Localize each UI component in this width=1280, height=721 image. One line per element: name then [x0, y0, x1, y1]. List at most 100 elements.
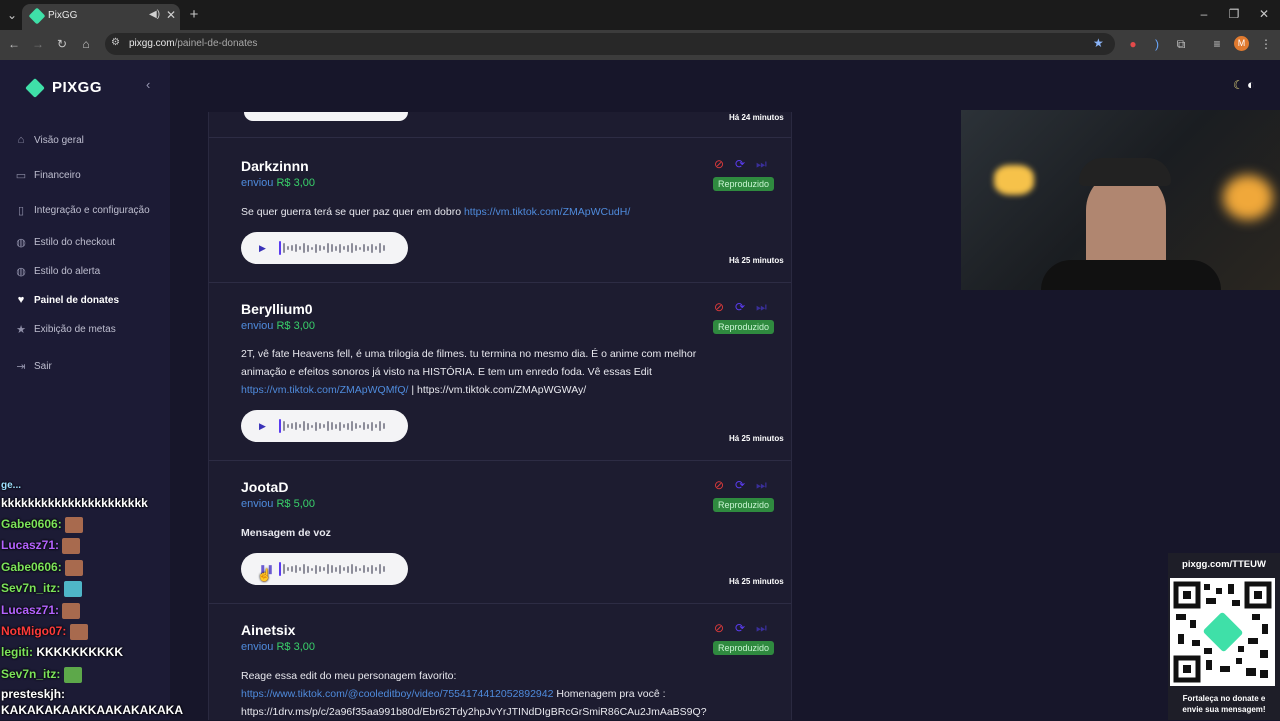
address-bar[interactable]: ⚙ pixgg.com/painel-de-donates ★ [105, 33, 1115, 55]
waveform-bar [343, 246, 345, 250]
waveform-bar [363, 244, 365, 252]
waveform-bar [347, 244, 349, 252]
puzzle-icon: ▯ [17, 204, 25, 217]
theme-toggle-icon[interactable]: ◐ [1247, 77, 1255, 92]
donation-amount-line: enviou R$ 3,00 [241, 641, 316, 653]
bookmark-star-icon[interactable]: ★ [1093, 36, 1104, 50]
waveform-bar [295, 244, 297, 252]
sidebar-item-financeiro[interactable]: ▭ Financeiro [14, 165, 81, 185]
replay-icon[interactable]: ⟳ [735, 478, 745, 492]
play-icon[interactable]: ▶ [259, 421, 279, 432]
tab-search-icon[interactable]: ⌄ [4, 7, 20, 23]
skip-icon[interactable]: ⏭ [756, 621, 767, 636]
block-icon[interactable]: ⊘ [714, 157, 724, 171]
message-link[interactable]: https://vm.tiktok.com/ZMApWQMfQ/ [241, 384, 408, 396]
waveform-bar [359, 424, 361, 428]
donation-message: 2T, vê fate Heavens fell, é uma trilogia… [241, 348, 697, 396]
waveform-bar [371, 243, 373, 253]
sidebar-item-visao-geral[interactable]: ⌂ Visão geral [14, 130, 84, 150]
waveform-bar [379, 421, 381, 431]
audio-player[interactable]: ▶ [241, 410, 408, 442]
site-info-icon[interactable]: ⚙ [111, 37, 120, 48]
close-tab-icon[interactable]: ✕ [166, 8, 176, 22]
sidebar-item-metas[interactable]: ★ Exibição de metas [14, 319, 116, 339]
audio-player[interactable]: ▶ [241, 232, 408, 264]
reload-icon[interactable]: ↻ [54, 36, 70, 52]
home-icon: ⌂ [17, 134, 25, 146]
emote-icon [63, 667, 82, 683]
qr-code [1170, 578, 1275, 686]
waveform-bar [375, 246, 377, 250]
sidebar: PIXGG ‹ ⌂ Visão geral ▭ Financeiro ▯ Integr… [0, 60, 170, 720]
message-link[interactable]: | https://vm.tiktok.com/ZMApWGWAy/ [408, 384, 586, 396]
close-window-icon[interactable]: ✕ [1256, 6, 1272, 22]
waveform-bar [379, 243, 381, 253]
sidebar-item-estilo-alerta[interactable]: ◍ Estilo do alerta [14, 261, 100, 281]
back-icon[interactable]: ← [6, 36, 22, 52]
sidebar-item-estilo-checkout[interactable]: ◍ Estilo do checkout [14, 232, 115, 252]
donation-message: Reage essa edit do meu personagem favori… [241, 667, 786, 721]
profile-avatar[interactable]: M [1234, 36, 1249, 51]
block-icon[interactable]: ⊘ [714, 300, 724, 314]
browser-tab[interactable]: PixGG ◀) ✕ [22, 4, 180, 30]
waveform-bar [335, 245, 337, 251]
skip-icon[interactable]: ⏭ [756, 300, 767, 315]
waveform-bar [315, 243, 317, 253]
donation-amount-line: enviou R$ 3,00 [241, 177, 316, 189]
dark-mode-moon-icon[interactable]: ☾ [1233, 78, 1244, 92]
replay-icon[interactable]: ⟳ [735, 621, 745, 635]
browser-menu-icon[interactable]: ⋮ [1258, 36, 1274, 52]
chat-line: NotMigo07: [1, 624, 88, 640]
collapse-sidebar-icon[interactable]: ‹ [146, 77, 150, 92]
waveform-bar [347, 422, 349, 430]
waveform-bar [383, 423, 385, 429]
new-tab-icon[interactable]: + [186, 7, 202, 23]
skip-icon[interactable]: ⏭ [756, 478, 767, 493]
waveform-bar [311, 246, 313, 250]
waveform-bar [279, 562, 281, 576]
waveform-bar [303, 564, 305, 574]
extension-record-icon[interactable]: ● [1125, 36, 1141, 52]
forward-icon[interactable]: → [30, 36, 46, 52]
block-icon[interactable]: ⊘ [714, 478, 724, 492]
sidebar-item-painel-donates[interactable]: ♥ Painel de donates [14, 290, 119, 310]
minimize-icon[interactable]: – [1196, 6, 1212, 22]
skip-icon[interactable]: ⏭ [756, 157, 767, 172]
play-icon[interactable]: ▶ [259, 243, 279, 254]
waveform-bar [279, 241, 281, 255]
pixgg-logo[interactable]: PIXGG [25, 77, 102, 98]
home-button-icon[interactable]: ⌂ [78, 36, 94, 52]
waveform[interactable] [279, 418, 385, 434]
extensions-puzzle-icon[interactable]: ⧉ [1173, 36, 1189, 52]
emote-icon [62, 538, 81, 554]
streamer-shirt [1041, 260, 1221, 290]
logout-icon: ⇥ [16, 360, 26, 373]
emote-icon [65, 517, 84, 533]
sidebar-item-sair[interactable]: ⇥ Sair [14, 356, 51, 376]
waveform-bar [323, 424, 325, 428]
message-link[interactable]: https://vm.tiktok.com/ZMApWCudH/ [464, 206, 630, 218]
donor-name: JootaD [241, 479, 289, 495]
waveform-bar [375, 567, 377, 571]
status-badge: Reproduzido [713, 498, 775, 512]
extension-audio-icon[interactable]: ) [1149, 36, 1165, 52]
media-controls-icon[interactable]: ≡ [1209, 36, 1225, 52]
waveform-bar [351, 243, 353, 253]
message-link[interactable]: https://www.tiktok.com/@cooleditboy/vide… [241, 688, 553, 700]
restore-icon[interactable]: ❐ [1226, 6, 1242, 22]
emote-icon [63, 581, 82, 597]
replay-icon[interactable]: ⟳ [735, 157, 745, 171]
audio-player[interactable] [244, 112, 408, 121]
block-icon[interactable]: ⊘ [714, 621, 724, 635]
waveform[interactable] [279, 240, 385, 256]
waveform-bar [323, 567, 325, 571]
replay-icon[interactable]: ⟳ [735, 300, 745, 314]
waveform[interactable] [279, 561, 385, 577]
status-badge: Reproduzido [713, 320, 775, 334]
donor-name: Darkzinnn [241, 158, 309, 174]
message-link[interactable]: https://1drv.ms/p/c/2a96f35aa991b80d/Ebr… [241, 703, 786, 721]
sidebar-item-integracao[interactable]: ▯ Integração e configuração [14, 200, 150, 220]
audio-playing-icon[interactable]: ◀) [149, 9, 160, 20]
emote-icon [65, 560, 84, 576]
donation-time: Há 25 minutos [729, 434, 784, 443]
